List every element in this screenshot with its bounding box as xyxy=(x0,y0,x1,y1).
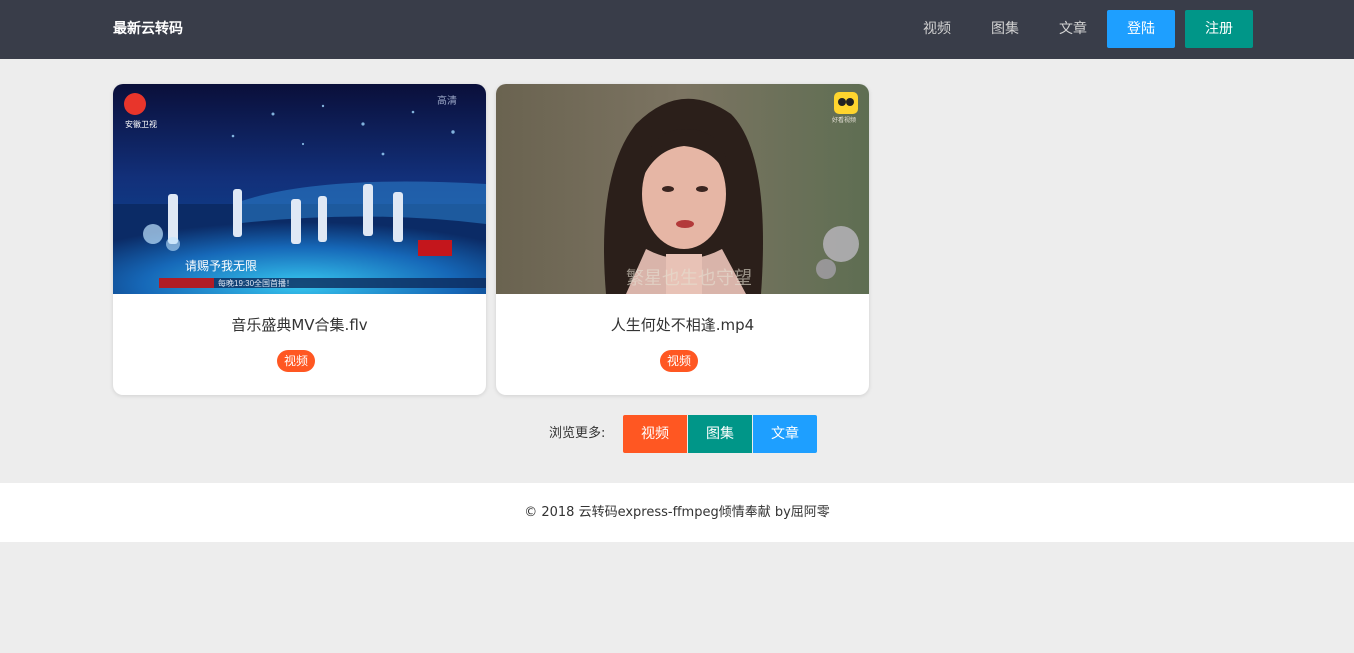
svg-text:繁星也生也守望: 繁星也生也守望 xyxy=(626,268,752,288)
browse-gallery-button[interactable]: 图集 xyxy=(688,415,752,453)
login-button[interactable]: 登陆 xyxy=(1107,10,1175,48)
page-footer: © 2018 云转码express-ffmpeg倾情奉献 by屈阿零 xyxy=(0,483,1354,542)
svg-text:好看视频: 好看视频 xyxy=(832,116,856,124)
svg-text:高清: 高清 xyxy=(437,94,457,107)
video-type-badge: 视频 xyxy=(660,350,699,372)
video-title[interactable]: 人生何处不相逢.mp4 xyxy=(496,314,869,336)
footer-copyright: © 2018 云转码express-ffmpeg倾情奉献 by屈阿零 xyxy=(524,505,830,520)
portrait-drama-image: 好看视频 繁星也生也守望 xyxy=(496,84,869,294)
nav-link-gallery[interactable]: 图集 xyxy=(991,19,1019,39)
video-card[interactable]: 好看视频 繁星也生也守望 人生何处不相逢.mp4 视频 xyxy=(496,84,869,395)
video-thumbnail[interactable]: 好看视频 繁星也生也守望 xyxy=(496,84,869,294)
nav-link-video[interactable]: 视频 xyxy=(923,19,951,39)
top-navbar: 最新云转码 视频 图集 文章 登陆 注册 xyxy=(0,0,1354,59)
register-button[interactable]: 注册 xyxy=(1185,10,1253,48)
browse-video-button[interactable]: 视频 xyxy=(623,415,687,453)
concert-stage-image: 安徽卫视 高清 请赐予我无限 每晚19:30全国首播！ xyxy=(113,84,486,294)
video-type-badge: 视频 xyxy=(277,350,316,372)
browse-more-label: 浏览更多: xyxy=(549,426,606,441)
video-title[interactable]: 音乐盛典MV合集.flv xyxy=(113,314,486,336)
video-thumbnail[interactable]: 安徽卫视 高清 请赐予我无限 每晚19:30全国首播！ xyxy=(113,84,486,294)
svg-text:请赐予我无限: 请赐予我无限 xyxy=(185,259,257,273)
svg-text:每晚19:30全国首播！: 每晚19:30全国首播！ xyxy=(218,278,294,288)
video-card[interactable]: 安徽卫视 高清 请赐予我无限 每晚19:30全国首播！ 音乐盛典MV合集.flv… xyxy=(113,84,486,395)
browse-article-button[interactable]: 文章 xyxy=(753,415,817,453)
svg-text:安徽卫视: 安徽卫视 xyxy=(125,119,157,129)
site-brand[interactable]: 最新云转码 xyxy=(113,19,183,39)
nav-link-article[interactable]: 文章 xyxy=(1059,19,1087,39)
